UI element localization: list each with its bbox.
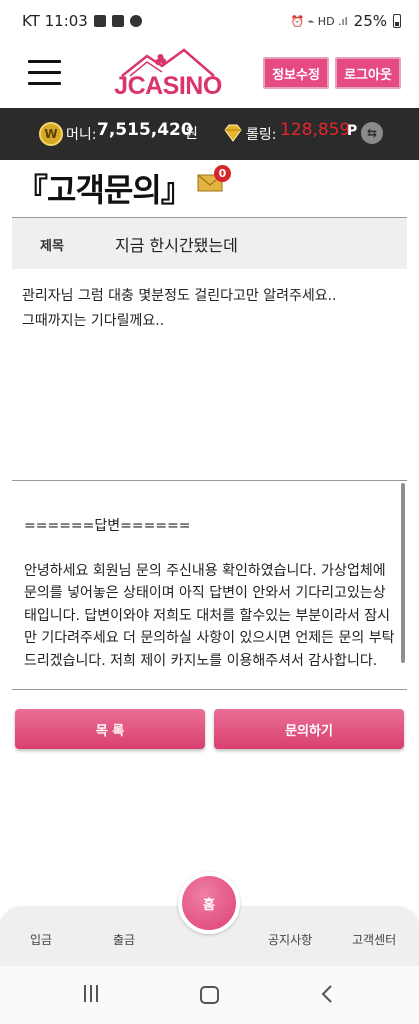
- jcasino-logo[interactable]: JCASINO: [112, 48, 224, 104]
- recent-apps-icon[interactable]: [84, 985, 102, 1003]
- answer-text: 안녕하세요 회원님 문의 주신내용 확인하였습니다. 가상업체에 문의를 넣어놓…: [24, 562, 395, 669]
- new-inquiry-button[interactable]: 문의하기: [214, 709, 404, 749]
- menu-icon[interactable]: [28, 60, 61, 86]
- nav-deposit[interactable]: 입금: [30, 931, 52, 948]
- balance-bar: W 머니: 7,515,420 원 롤링: 128,859 P ⇆: [0, 108, 419, 160]
- carrier-time: KT 11:03: [22, 12, 88, 30]
- page-title: 『고객문의』: [16, 171, 193, 209]
- answer-scrollbar[interactable]: [401, 483, 405, 663]
- answer-box[interactable]: ======답변====== 안녕하세요 회원님 문의 주신내용 확인하였습니다…: [12, 480, 407, 690]
- nav-notice[interactable]: 공지사항: [268, 931, 312, 948]
- messenger-notification-icon: [129, 15, 142, 27]
- back-icon[interactable]: [318, 984, 338, 1004]
- battery-icon: [393, 14, 401, 28]
- answer-header: ======답변======: [24, 518, 191, 534]
- answer-content: ======답변====== 안녕하세요 회원님 문의 주신내용 확인하였습니다…: [24, 515, 396, 672]
- system-status-icons: ⏰ ⌁ HD .ıl: [290, 14, 348, 28]
- diamond-icon: [224, 124, 242, 142]
- site-header: JCASINO 정보수정 로그아웃: [0, 44, 419, 108]
- point-unit: P: [347, 123, 358, 139]
- nav-support[interactable]: 고객센터: [352, 931, 396, 948]
- subject-label: 제목: [40, 239, 64, 254]
- list-button[interactable]: 목 록: [15, 709, 205, 749]
- logout-button[interactable]: 로그아웃: [335, 57, 401, 89]
- gallery-notification-icon: [93, 15, 106, 27]
- question-text: 관리자님 그럼 대충 몇분정도 걸린다고만 알려주세요.. 그때까지는 기다릴께…: [22, 288, 337, 329]
- money-value: 7,515,420: [97, 120, 193, 140]
- system-home-icon[interactable]: [200, 986, 219, 1004]
- battery-percent: 25%: [353, 12, 387, 30]
- exchange-icon[interactable]: ⇆: [361, 122, 383, 144]
- subject-value: 지금 한시간됐는데: [115, 236, 238, 255]
- status-bar: KT 11:03 ⏰ ⌁ HD .ıl 25%: [0, 0, 419, 44]
- talk-notification-icon: [111, 15, 124, 27]
- status-left: KT 11:03: [22, 12, 142, 30]
- point-value: 128,859: [280, 120, 351, 140]
- edit-profile-button[interactable]: 정보수정: [263, 57, 329, 89]
- nav-withdraw[interactable]: 출금: [113, 931, 135, 948]
- nav-home-button[interactable]: 홈: [178, 872, 240, 934]
- logo-text: JCASINO: [114, 72, 222, 100]
- system-nav-bar: [0, 966, 419, 1024]
- point-label: 롤링:: [246, 127, 277, 143]
- mail-count-badge: 0: [214, 165, 231, 182]
- coin-icon: W: [39, 122, 63, 146]
- status-right: ⏰ ⌁ HD .ıl 25%: [290, 12, 401, 30]
- money-unit: 원: [185, 126, 198, 142]
- subject-row: 제목 지금 한시간됐는데: [12, 217, 407, 269]
- money-label: 머니:: [66, 127, 97, 143]
